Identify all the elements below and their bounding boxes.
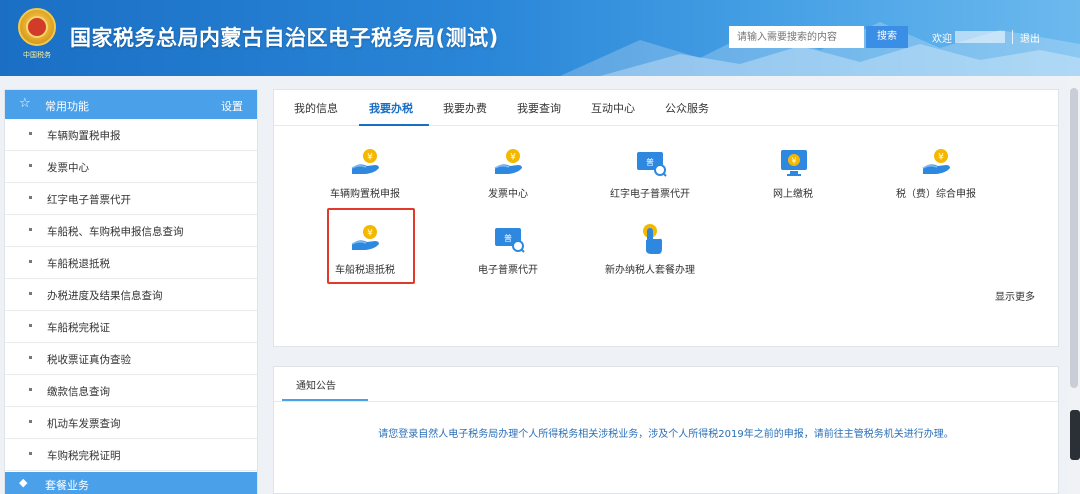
svg-text:¥: ¥ bbox=[510, 153, 516, 163]
tab-fee-handling[interactable]: 我要办费 bbox=[443, 100, 487, 116]
logout-link[interactable]: 退出 bbox=[1020, 30, 1040, 45]
notice-text[interactable]: 请您登录自然人电子税务局办理个人所得税务相关涉税业务，涉及个人所得税2019年之… bbox=[274, 425, 1058, 440]
bullet-icon bbox=[29, 292, 32, 295]
svg-text:普: 普 bbox=[504, 233, 512, 243]
sidebar-item-label: 车船税、车购税申报信息查询 bbox=[47, 226, 184, 238]
bullet-icon bbox=[29, 164, 32, 167]
package-icon: ◆ bbox=[19, 476, 28, 489]
tab-my-info[interactable]: 我的信息 bbox=[294, 100, 338, 116]
sidebar-item[interactable]: 车船税、车购税申报信息查询 bbox=[5, 215, 257, 247]
invoice-search-icon: 普 bbox=[492, 222, 526, 256]
tax-emblem-logo: 中国税务 bbox=[14, 6, 60, 62]
sidebar-item-label: 发票中心 bbox=[47, 162, 89, 174]
bullet-icon bbox=[29, 452, 32, 455]
sidebar-package-label: 套餐业务 bbox=[45, 479, 89, 492]
tab-tax-handling[interactable]: 我要办税 bbox=[369, 100, 413, 116]
service-item[interactable]: ¥ 车辆购置税申报 bbox=[305, 146, 425, 210]
service-label: 红字电子普票代开 bbox=[610, 189, 690, 200]
svg-text:¥: ¥ bbox=[791, 157, 796, 166]
bullet-icon bbox=[29, 420, 32, 423]
sidebar-item[interactable]: 税收票证真伪查验 bbox=[5, 343, 257, 375]
service-item[interactable]: 新办纳税人套餐办理 bbox=[590, 222, 710, 286]
notice-panel: 通知公告 请您登录自然人电子税务局办理个人所得税务相关涉税业务，涉及个人所得税2… bbox=[273, 366, 1059, 494]
svg-text:普: 普 bbox=[646, 157, 654, 167]
active-tab-indicator bbox=[359, 124, 429, 126]
service-item[interactable]: ¥ 发票中心 bbox=[448, 146, 568, 210]
sidebar-item[interactable]: 缴款信息查询 bbox=[5, 375, 257, 407]
sidebar-header: ☆ 常用功能 设置 bbox=[5, 90, 257, 119]
star-icon: ☆ bbox=[19, 96, 31, 111]
service-item[interactable]: 普红字电子普票代开 bbox=[590, 146, 710, 210]
sidebar-item-label: 车辆购置税申报 bbox=[47, 130, 121, 142]
hand-coin-icon: ¥ bbox=[349, 146, 383, 180]
service-item[interactable]: ¥ 税（费）综合申报 bbox=[876, 146, 996, 210]
service-item[interactable]: 普电子普票代开 bbox=[448, 222, 568, 286]
tab-bar: 我的信息 我要办税 我要办费 我要查询 互动中心 公众服务 bbox=[274, 90, 1058, 126]
username-masked bbox=[955, 31, 1005, 43]
notice-divider bbox=[274, 401, 1058, 402]
sidebar: ☆ 常用功能 设置 车辆购置税申报 发票中心红字电子普票代开车船税、车购税申报信息… bbox=[4, 89, 258, 494]
sidebar-item[interactable]: 机动车发票查询 bbox=[5, 407, 257, 439]
bullet-icon bbox=[29, 324, 32, 327]
invoice-search-icon: 普 bbox=[634, 146, 668, 180]
scrollbar-thumb[interactable] bbox=[1070, 88, 1078, 388]
hand-coin-icon: ¥ bbox=[492, 146, 526, 180]
sidebar-item[interactable]: 办税进度及结果信息查询 bbox=[5, 279, 257, 311]
bullet-icon bbox=[29, 196, 32, 199]
settings-link[interactable]: 设置 bbox=[221, 98, 243, 114]
sidebar-item-label: 税收票证真伪查验 bbox=[47, 354, 131, 366]
tab-interaction[interactable]: 互动中心 bbox=[591, 100, 635, 116]
service-item[interactable]: ¥ 网上缴税 bbox=[733, 146, 853, 210]
bullet-icon bbox=[29, 228, 32, 231]
side-widget bbox=[1070, 410, 1080, 460]
bullet-icon bbox=[29, 388, 32, 391]
tab-query[interactable]: 我要查询 bbox=[517, 100, 561, 116]
search-button[interactable]: 搜索 bbox=[866, 26, 908, 48]
site-header: 中国税务 国家税务总局内蒙古自治区电子税务局(测试) 搜索 欢迎 退出 bbox=[0, 0, 1080, 76]
sidebar-item-label: 缴款信息查询 bbox=[47, 386, 110, 398]
sidebar-list: 车辆购置税申报 发票中心红字电子普票代开车船税、车购税申报信息查询 车船税退抵税办税… bbox=[5, 119, 257, 471]
show-more-link[interactable]: 显示更多 bbox=[995, 288, 1035, 303]
sidebar-header-label: 常用功能 bbox=[45, 100, 89, 113]
site-title: 国家税务总局内蒙古自治区电子税务局(测试) bbox=[70, 26, 499, 50]
sidebar-item[interactable]: 发票中心 bbox=[5, 151, 257, 183]
sidebar-item[interactable]: 红字电子普票代开 bbox=[5, 183, 257, 215]
sidebar-item-label: 机动车发票查询 bbox=[47, 418, 121, 430]
header-divider bbox=[1012, 30, 1013, 44]
service-label: 发票中心 bbox=[488, 189, 528, 200]
sidebar-item-label: 车购税完税证明 bbox=[47, 450, 121, 462]
service-label: 车辆购置税申报 bbox=[330, 189, 400, 200]
sidebar-item[interactable]: 车船税完税证 bbox=[5, 311, 257, 343]
highlight-box bbox=[327, 208, 415, 284]
service-label: 网上缴税 bbox=[773, 189, 813, 200]
svg-text:¥: ¥ bbox=[938, 153, 944, 163]
touch-hand-icon bbox=[634, 222, 668, 256]
sidebar-item[interactable]: 车购税完税证明 bbox=[5, 439, 257, 471]
sidebar-item-label: 车船税退抵税 bbox=[47, 258, 110, 270]
svg-text:¥: ¥ bbox=[367, 153, 373, 163]
bullet-icon bbox=[29, 260, 32, 263]
bullet-icon bbox=[29, 132, 32, 135]
sidebar-item[interactable]: 车船税退抵税 bbox=[5, 247, 257, 279]
welcome-text: 欢迎 bbox=[932, 34, 952, 45]
sidebar-item-label: 红字电子普票代开 bbox=[47, 194, 131, 206]
sidebar-package-header[interactable]: ◆ 套餐业务 bbox=[5, 472, 257, 494]
search-input[interactable] bbox=[729, 26, 864, 48]
service-label: 新办纳税人套餐办理 bbox=[605, 265, 695, 276]
tab-public-service[interactable]: 公众服务 bbox=[665, 100, 709, 116]
monitor-yen-icon: ¥ bbox=[777, 146, 811, 180]
sidebar-item[interactable]: 车辆购置税申报 bbox=[5, 119, 257, 151]
bullet-icon bbox=[29, 356, 32, 359]
sidebar-item-label: 办税进度及结果信息查询 bbox=[47, 290, 163, 302]
service-label: 电子普票代开 bbox=[478, 265, 538, 276]
notice-tab[interactable]: 通知公告 bbox=[296, 377, 336, 392]
hand-coin-icon: ¥ bbox=[920, 146, 954, 180]
sidebar-item-label: 车船税完税证 bbox=[47, 322, 110, 334]
service-label: 税（费）综合申报 bbox=[896, 189, 976, 200]
